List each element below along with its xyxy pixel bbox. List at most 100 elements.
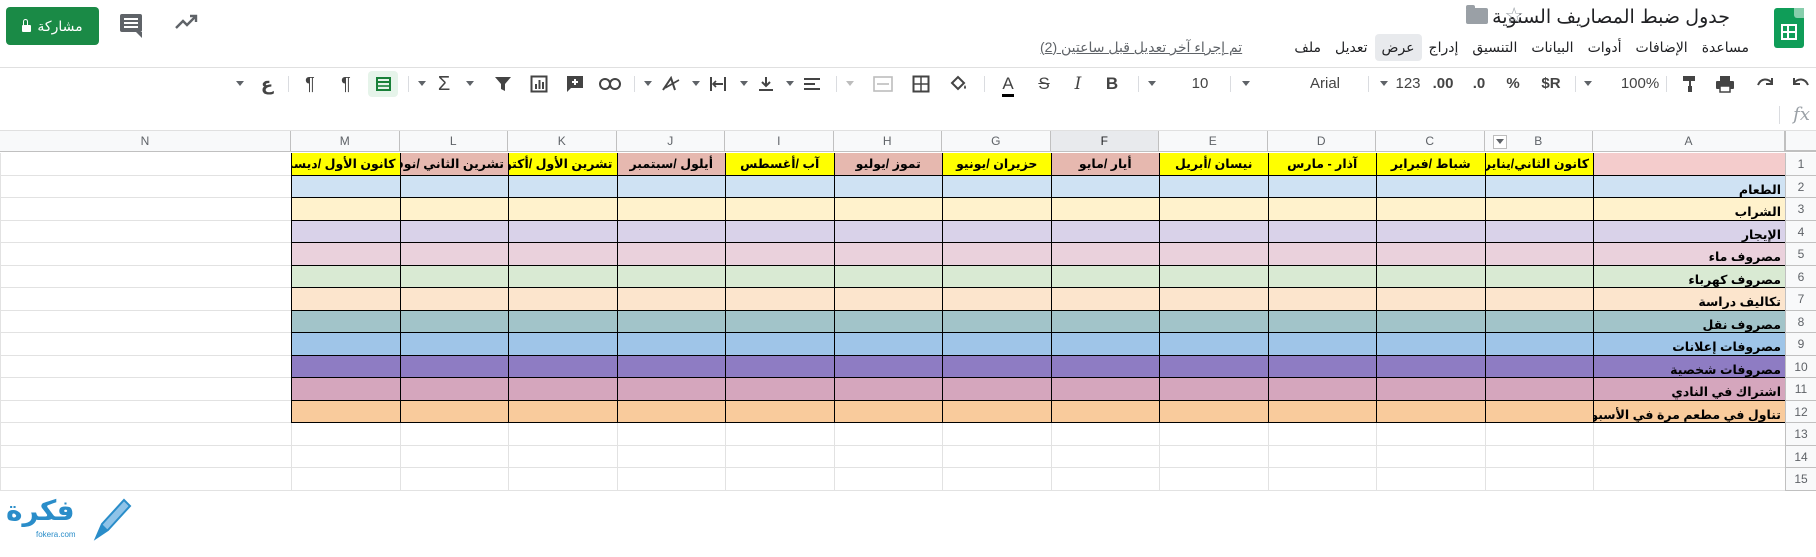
paint-format-icon[interactable]	[1678, 68, 1702, 100]
month-header-cell[interactable]: آذار - مارس	[1267, 153, 1376, 176]
cell-i12[interactable]	[725, 400, 834, 423]
zoom-select[interactable]: 100%	[1618, 68, 1662, 100]
cell-f12[interactable]	[1050, 400, 1159, 423]
cell-e10[interactable]	[1159, 355, 1268, 378]
category-label-cell[interactable]: تناول في مطعم مرة في الأسبوع	[1593, 400, 1785, 423]
cell-m14[interactable]	[291, 445, 400, 468]
cell-g14[interactable]	[942, 445, 1051, 468]
insert-comment-icon[interactable]	[562, 68, 588, 100]
cell-h13[interactable]	[833, 423, 942, 446]
cell-b7[interactable]	[1484, 288, 1593, 311]
month-header-cell[interactable]: حزيران /يونيو	[942, 153, 1051, 176]
cell-h2[interactable]	[833, 175, 942, 198]
cell-c2[interactable]	[1376, 175, 1485, 198]
cell-j15[interactable]	[616, 468, 725, 491]
menu-data[interactable]: البيانات	[1524, 34, 1580, 61]
cell-g13[interactable]	[942, 423, 1051, 446]
cell-f14[interactable]	[1050, 445, 1159, 468]
cell-g5[interactable]	[942, 243, 1051, 266]
cell-e15[interactable]	[1159, 468, 1268, 491]
cell-g8[interactable]	[942, 310, 1051, 333]
month-header-cell[interactable]: كانون الأول /ديسمبر	[291, 153, 400, 176]
menu-insert[interactable]: إدراج	[1422, 34, 1466, 61]
rotate-icon[interactable]	[658, 68, 684, 100]
cell-k3[interactable]	[508, 198, 617, 221]
cell-k13[interactable]	[508, 423, 617, 446]
cell-i9[interactable]	[725, 333, 834, 356]
row-header-7[interactable]: 7	[1785, 288, 1816, 311]
cell-g3[interactable]	[942, 198, 1051, 221]
cell-b3[interactable]	[1484, 198, 1593, 221]
formula-bar[interactable]: fx	[0, 100, 1816, 131]
cell-n11[interactable]	[0, 378, 291, 401]
activity-trend-icon[interactable]	[175, 12, 199, 37]
cell-j14[interactable]	[616, 445, 725, 468]
cell-m3[interactable]	[291, 198, 400, 221]
cell-f13[interactable]	[1050, 423, 1159, 446]
cell-g10[interactable]	[942, 355, 1051, 378]
cell-g11[interactable]	[942, 378, 1051, 401]
cell-k15[interactable]	[508, 468, 617, 491]
cell-b11[interactable]	[1484, 378, 1593, 401]
cell-c12[interactable]	[1376, 400, 1485, 423]
cell-b14[interactable]	[1484, 445, 1593, 468]
cell-e8[interactable]	[1159, 310, 1268, 333]
cell-l6[interactable]	[399, 265, 508, 288]
valign-icon[interactable]	[754, 68, 778, 100]
cell-h7[interactable]	[833, 288, 942, 311]
undo-icon[interactable]	[1790, 68, 1812, 100]
last-edit-link[interactable]: تم إجراء آخر تعديل قبل ساعتين (2)	[1040, 39, 1242, 56]
cell-c9[interactable]	[1376, 333, 1485, 356]
column-header-j[interactable]: J	[616, 131, 725, 152]
cell-n13[interactable]	[0, 423, 291, 446]
month-header-cell[interactable]: كانون الثاني/يناير	[1484, 153, 1593, 176]
cell-n14[interactable]	[0, 445, 291, 468]
link-icon[interactable]	[596, 68, 624, 100]
cell-n15[interactable]	[0, 468, 291, 491]
cell-m11[interactable]	[291, 378, 400, 401]
cell-e3[interactable]	[1159, 198, 1268, 221]
cell-n3[interactable]	[0, 198, 291, 221]
category-label-cell[interactable]: مصروفات شخصية	[1593, 355, 1785, 378]
cell-f15[interactable]	[1050, 468, 1159, 491]
cell-g15[interactable]	[942, 468, 1051, 491]
cell-i5[interactable]	[725, 243, 834, 266]
cell-n9[interactable]	[0, 333, 291, 356]
month-header-cell[interactable]: نيسان /أبريل	[1159, 153, 1268, 176]
cell-e5[interactable]	[1159, 243, 1268, 266]
cell-m7[interactable]	[291, 288, 400, 311]
row-header-13[interactable]: 13	[1785, 423, 1816, 446]
sheets-logo-icon[interactable]	[1774, 8, 1804, 48]
cell-n4[interactable]	[0, 220, 291, 243]
cell-j11[interactable]	[616, 378, 725, 401]
functions-icon[interactable]: Σ	[432, 68, 456, 100]
cell-j8[interactable]	[616, 310, 725, 333]
input-tools-button[interactable]: ع	[256, 68, 278, 100]
cell-m4[interactable]	[291, 220, 400, 243]
align-icon[interactable]	[800, 68, 824, 100]
cell-b8[interactable]	[1484, 310, 1593, 333]
cell-d8[interactable]	[1267, 310, 1376, 333]
cell-c15[interactable]	[1376, 468, 1485, 491]
text-color-button[interactable]: A	[994, 68, 1022, 100]
cell-l12[interactable]	[399, 400, 508, 423]
cell-e6[interactable]	[1159, 265, 1268, 288]
cell-j5[interactable]	[616, 243, 725, 266]
cell-n5[interactable]	[0, 243, 291, 266]
cell-a15[interactable]	[1593, 468, 1785, 491]
cell-d5[interactable]	[1267, 243, 1376, 266]
cell-i8[interactable]	[725, 310, 834, 333]
cell-i14[interactable]	[725, 445, 834, 468]
cell-c8[interactable]	[1376, 310, 1485, 333]
cell-l14[interactable]	[399, 445, 508, 468]
cell-c5[interactable]	[1376, 243, 1485, 266]
cell-l13[interactable]	[399, 423, 508, 446]
cell-m5[interactable]	[291, 243, 400, 266]
redo-icon[interactable]	[1754, 68, 1776, 100]
column-header-a[interactable]: A	[1593, 131, 1785, 152]
cell-c10[interactable]	[1376, 355, 1485, 378]
cell-n8[interactable]	[0, 310, 291, 333]
column-header-e[interactable]: E	[1159, 131, 1268, 152]
row-header-2[interactable]: 2	[1785, 175, 1816, 198]
cell-e9[interactable]	[1159, 333, 1268, 356]
